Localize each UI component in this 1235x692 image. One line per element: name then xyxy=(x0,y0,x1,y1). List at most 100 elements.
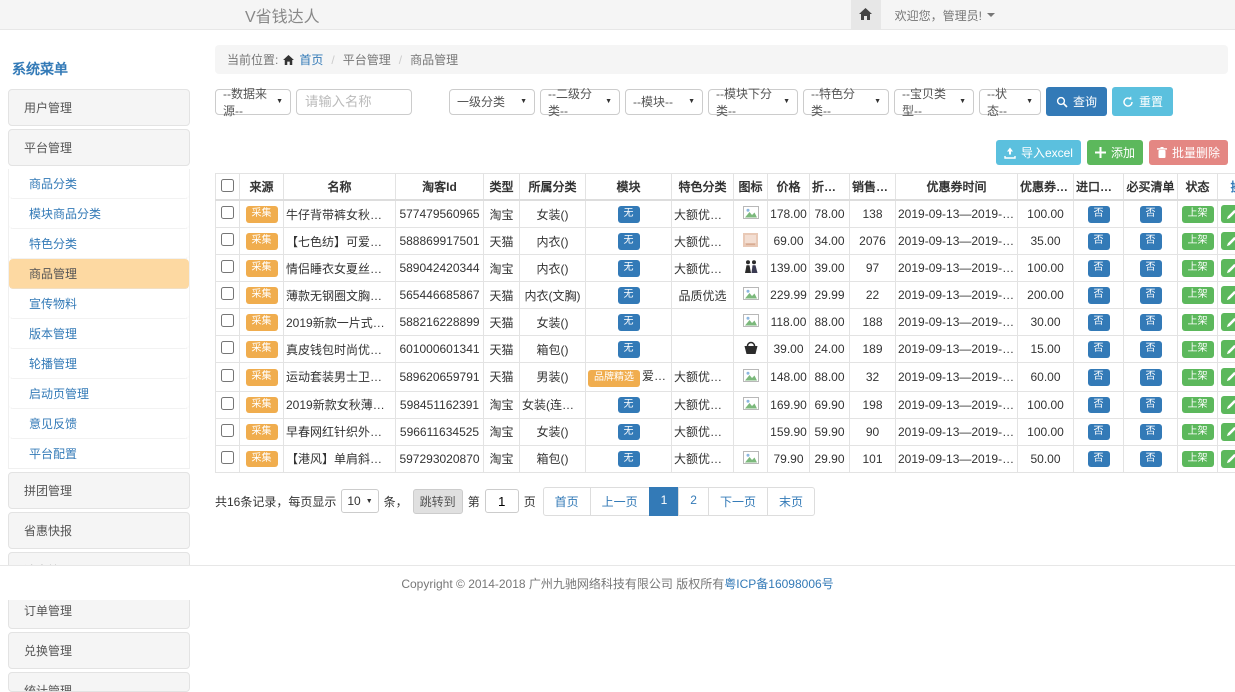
row-checkbox[interactable] xyxy=(221,287,234,300)
status-badge[interactable]: 上架 xyxy=(1182,260,1214,277)
home-button[interactable] xyxy=(851,0,881,30)
jump-button[interactable]: 跳转到 xyxy=(413,489,463,514)
pager-item[interactable]: 下一页 xyxy=(708,487,768,516)
column-header: 淘客Id xyxy=(396,174,484,201)
sidebar-sub-item[interactable]: 意见反馈 xyxy=(9,409,189,439)
row-checkbox[interactable] xyxy=(221,369,234,382)
sidebar-sub-item[interactable]: 轮播管理 xyxy=(9,349,189,379)
row-checkbox[interactable] xyxy=(221,314,234,327)
sidebar-group[interactable]: 省惠快报 xyxy=(8,512,190,549)
page-current[interactable]: 1 xyxy=(649,487,680,516)
sidebar-item-active[interactable]: 商品管理 xyxy=(9,259,189,289)
must-buy-toggle[interactable]: 否 xyxy=(1140,451,1162,468)
sidebar-sub-item[interactable]: 版本管理 xyxy=(9,319,189,349)
level1-category-filter[interactable]: 一级分类 xyxy=(449,89,535,115)
user-menu[interactable]: 欢迎您，管理员! xyxy=(895,7,995,24)
pager-item[interactable]: 首页 xyxy=(543,487,591,516)
must-buy-toggle[interactable]: 否 xyxy=(1140,314,1162,331)
sidebar-sub-item[interactable]: 平台配置 xyxy=(9,439,189,468)
status-badge[interactable]: 上架 xyxy=(1182,369,1214,386)
module-sub-category-filter[interactable]: --模块下分类-- xyxy=(708,89,798,115)
sidebar-sub-item[interactable]: 宣传物料 xyxy=(9,289,189,319)
sidebar-group[interactable]: 统计管理 xyxy=(8,672,190,692)
edit-button[interactable] xyxy=(1221,205,1235,223)
edit-button[interactable] xyxy=(1221,259,1235,277)
edit-button[interactable] xyxy=(1221,232,1235,250)
status-badge[interactable]: 上架 xyxy=(1182,341,1214,358)
import-select-toggle[interactable]: 否 xyxy=(1088,314,1110,331)
reset-button[interactable]: 重置 xyxy=(1112,87,1173,116)
taoke-id: 601000601341 xyxy=(396,336,484,363)
edit-button[interactable] xyxy=(1221,450,1235,468)
row-checkbox[interactable] xyxy=(221,206,234,219)
status-badge[interactable]: 上架 xyxy=(1182,314,1214,331)
row-checkbox[interactable] xyxy=(221,451,234,464)
row-checkbox[interactable] xyxy=(221,424,234,437)
status-badge[interactable]: 上架 xyxy=(1182,451,1214,468)
must-buy-toggle[interactable]: 否 xyxy=(1140,287,1162,304)
edit-button[interactable] xyxy=(1221,396,1235,414)
price: 39.00 xyxy=(768,336,810,363)
edit-button[interactable] xyxy=(1221,368,1235,386)
data-source-filter[interactable]: --数据来源-- xyxy=(215,89,291,115)
sidebar-sub-item[interactable]: 商品分类 xyxy=(9,169,189,199)
select-all-checkbox[interactable] xyxy=(221,179,234,192)
name-search-input[interactable] xyxy=(296,89,412,115)
sidebar-sub-item[interactable]: 启动页管理 xyxy=(9,379,189,409)
status-badge[interactable]: 上架 xyxy=(1182,397,1214,414)
row-checkbox[interactable] xyxy=(221,260,234,273)
pager-item[interactable]: 上一页 xyxy=(590,487,650,516)
status-filter[interactable]: --状态-- xyxy=(979,89,1041,115)
import-select-toggle[interactable]: 否 xyxy=(1088,451,1110,468)
level2-category-filter[interactable]: --二级分类-- xyxy=(540,89,620,115)
status-badge[interactable]: 上架 xyxy=(1182,233,1214,250)
row-checkbox[interactable] xyxy=(221,233,234,246)
per-page-select[interactable]: 10 xyxy=(341,489,378,513)
row-checkbox[interactable] xyxy=(221,341,234,354)
import-select-toggle[interactable]: 否 xyxy=(1088,397,1110,414)
must-buy-toggle[interactable]: 否 xyxy=(1140,233,1162,250)
edit-button[interactable] xyxy=(1221,340,1235,358)
feature-category-filter[interactable]: --特色分类-- xyxy=(803,89,889,115)
module-filter[interactable]: --模块-- xyxy=(625,89,703,115)
import-select-toggle[interactable]: 否 xyxy=(1088,260,1110,277)
edit-button[interactable] xyxy=(1221,313,1235,331)
must-buy-toggle[interactable]: 否 xyxy=(1140,341,1162,358)
import-select-toggle[interactable]: 否 xyxy=(1088,424,1110,441)
status-badge[interactable]: 上架 xyxy=(1182,287,1214,304)
sidebar-group[interactable]: 平台管理 xyxy=(8,129,190,166)
sidebar-sub-item[interactable]: 模块商品分类 xyxy=(9,199,189,229)
sidebar-group[interactable]: 拼团管理 xyxy=(8,472,190,509)
must-buy-toggle[interactable]: 否 xyxy=(1140,206,1162,223)
sidebar-group[interactable]: 用户管理 xyxy=(8,89,190,126)
status-badge[interactable]: 上架 xyxy=(1182,206,1214,223)
sidebar-sub-item[interactable]: 特色分类 xyxy=(9,229,189,259)
pager-item[interactable]: 末页 xyxy=(767,487,815,516)
page-number-input[interactable] xyxy=(485,489,519,513)
must-buy-toggle[interactable]: 否 xyxy=(1140,369,1162,386)
must-buy-toggle[interactable]: 否 xyxy=(1140,397,1162,414)
must-buy-toggle[interactable]: 否 xyxy=(1140,260,1162,277)
import-excel-button[interactable]: 导入excel xyxy=(996,140,1081,165)
add-button[interactable]: 添加 xyxy=(1087,140,1143,165)
edit-button[interactable] xyxy=(1221,423,1235,441)
import-select-toggle[interactable]: 否 xyxy=(1088,233,1110,250)
column-header: 优惠券时间 xyxy=(896,174,1018,201)
import-select-toggle[interactable]: 否 xyxy=(1088,369,1110,386)
import-select-toggle[interactable]: 否 xyxy=(1088,287,1110,304)
icp-link[interactable]: 粤ICP备16098006号 xyxy=(724,575,833,592)
search-button[interactable]: 查询 xyxy=(1046,87,1107,116)
row-checkbox[interactable] xyxy=(221,397,234,410)
import-select-toggle[interactable]: 否 xyxy=(1088,341,1110,358)
breadcrumb-home-link[interactable]: 首页 xyxy=(299,51,323,68)
batch-delete-button[interactable]: 批量删除 xyxy=(1149,140,1228,165)
pager-item[interactable]: 2 xyxy=(678,487,709,516)
item-type-filter[interactable]: --宝贝类型-- xyxy=(894,89,974,115)
status-badge[interactable]: 上架 xyxy=(1182,424,1214,441)
column-header: 状态 xyxy=(1178,174,1218,201)
price: 159.90 xyxy=(768,418,810,445)
import-select-toggle[interactable]: 否 xyxy=(1088,206,1110,223)
edit-button[interactable] xyxy=(1221,286,1235,304)
must-buy-toggle[interactable]: 否 xyxy=(1140,424,1162,441)
sidebar-group[interactable]: 兑换管理 xyxy=(8,632,190,669)
